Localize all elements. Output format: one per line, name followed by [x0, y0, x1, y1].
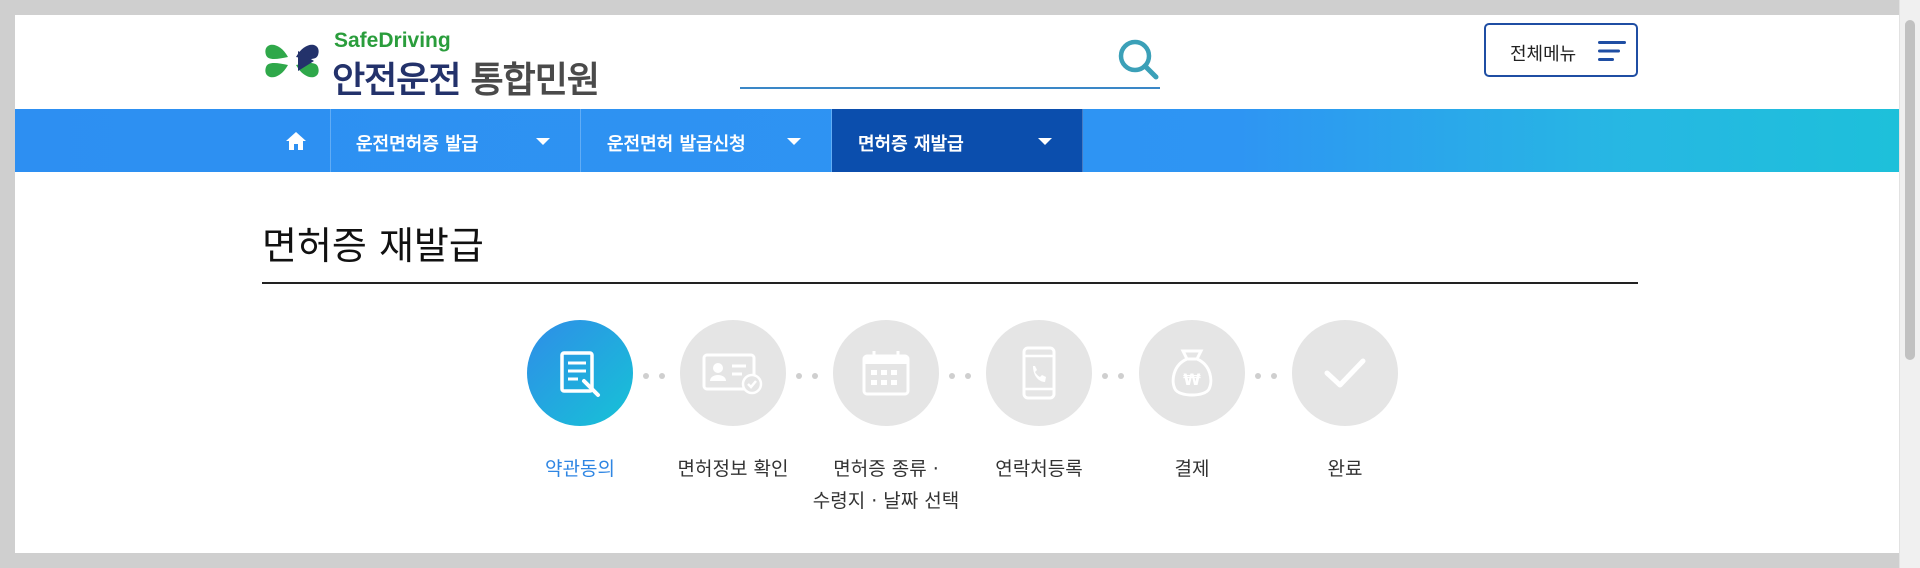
phone-icon [1022, 346, 1056, 400]
home-button[interactable] [262, 109, 331, 172]
full-menu-label: 전체메뉴 [1510, 44, 1577, 65]
hamburger-menu-icon [1598, 41, 1626, 61]
title-divider [262, 282, 1638, 284]
logo-english: SafeDriving [334, 29, 451, 52]
scrollbar-thumb[interactable] [1905, 20, 1915, 360]
nav-item-label: 운전면허증 발급 [356, 134, 479, 155]
id-card-check-icon [702, 353, 763, 395]
svg-text:₩: ₩ [1183, 370, 1201, 389]
step-label-line1: 면허정보 확인 [677, 458, 789, 480]
document-edit-icon [560, 351, 600, 397]
nav-item-license-application[interactable]: 운전면허 발급신청 [581, 109, 832, 172]
step-label: 완료 [1265, 453, 1425, 485]
step-label-line1: 연락처등록 [995, 458, 1083, 480]
vertical-scrollbar[interactable] [1899, 0, 1920, 568]
step-circle [986, 320, 1092, 426]
step-label-line1: 약관동의 [545, 458, 615, 480]
chevron-down-icon [787, 138, 801, 145]
step-connector [1102, 373, 1128, 381]
nav-item-label: 면허증 재발급 [858, 134, 964, 155]
step-connector [949, 373, 975, 381]
full-menu-button[interactable]: 전체메뉴 [1484, 23, 1638, 77]
page-title: 면허증 재발급 [262, 224, 484, 268]
nav-item-license-issue[interactable]: 운전면허증 발급 [330, 109, 581, 172]
chevron-down-icon [536, 138, 550, 145]
step-connector [796, 373, 822, 381]
main-navigation: 운전면허증 발급 운전면허 발급신청 면허증 재발급 [15, 109, 1900, 172]
step-label: 면허정보 확인 [653, 453, 813, 485]
step-circle [1292, 320, 1398, 426]
site-logo[interactable]: SafeDriving 안전운전 통합민원 [262, 23, 622, 101]
step-label-line1: 완료 [1327, 458, 1363, 480]
step-connector [643, 373, 669, 381]
step-label: 연락처등록 [959, 453, 1119, 485]
search-icon[interactable] [1116, 37, 1160, 81]
step-connector [1255, 373, 1281, 381]
search-input[interactable] [740, 37, 1104, 79]
step-label: 약관동의 [500, 453, 660, 485]
chevron-down-icon [1038, 138, 1052, 145]
page: SafeDriving 안전운전 통합민원 전체메뉴 운전면허증 발급 운전면허… [15, 15, 1900, 553]
logo-korean-main: 안전운전 [332, 60, 461, 101]
checkmark-icon [1324, 358, 1366, 388]
logo-korean: 안전운전 통합민원 [332, 51, 600, 103]
step-label-line1: 결제 [1174, 458, 1210, 480]
step-circle: ₩ [1139, 320, 1245, 426]
step-label-line2: 수령지 · 날짜 선택 [812, 490, 960, 512]
nav-item-license-reissue[interactable]: 면허증 재발급 [832, 109, 1083, 172]
clover-logo-icon [265, 44, 319, 78]
logo-korean-sub: 통합민원 [470, 60, 599, 101]
home-icon [286, 131, 306, 150]
calendar-icon [862, 351, 910, 396]
step-label-line1: 면허증 종류 · [833, 458, 939, 480]
nav-item-label: 운전면허 발급신청 [607, 134, 746, 155]
step-label: 면허증 종류 · 수령지 · 날짜 선택 [806, 453, 966, 517]
step-circle [680, 320, 786, 426]
money-bag-icon: ₩ [1171, 349, 1213, 397]
step-circle [527, 320, 633, 426]
search-bar [740, 25, 1160, 89]
step-label: 결제 [1112, 453, 1272, 485]
step-circle [833, 320, 939, 426]
